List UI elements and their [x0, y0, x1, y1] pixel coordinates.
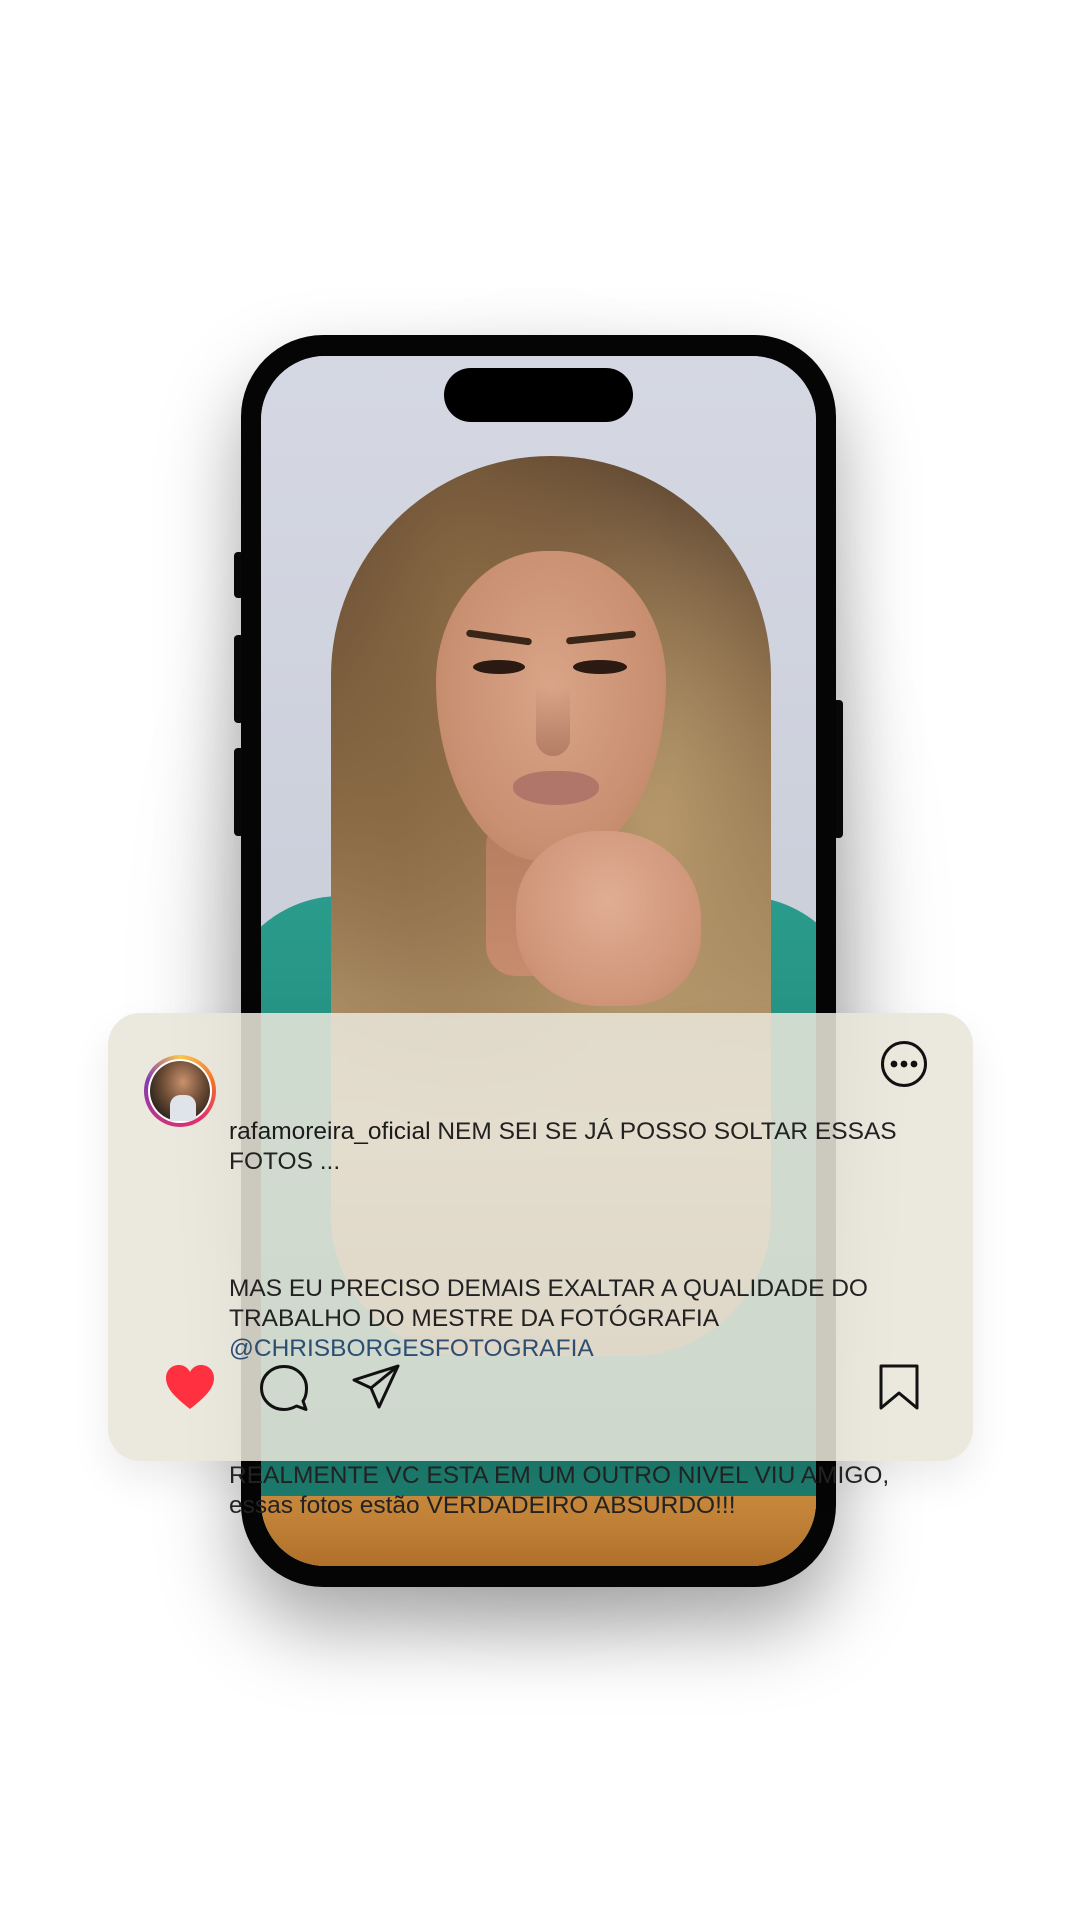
- avatar[interactable]: [148, 1059, 212, 1123]
- post-caption: rafamoreira_oficial NEM SEI SE JÁ POSSO …: [229, 1057, 909, 1581]
- caption-paragraph-3: REALMENTE VC ESTA EM UM OUTRO NIVEL VIU …: [229, 1461, 909, 1521]
- photo-eye-left: [473, 660, 525, 674]
- caption-paragraph-2: MAS EU PRECISO DEMAIS EXALTAR A QUALIDAD…: [229, 1274, 909, 1364]
- photo-hands: [516, 831, 701, 1006]
- comment-icon[interactable]: [260, 1364, 308, 1412]
- send-icon[interactable]: [352, 1363, 400, 1411]
- caption-paragraph-1: rafamoreira_oficial NEM SEI SE JÁ POSSO …: [229, 1117, 909, 1177]
- photo-eye-right: [573, 660, 627, 674]
- caption-text-3: REALMENTE VC ESTA EM UM OUTRO NIVEL VIU …: [229, 1462, 897, 1519]
- heart-icon[interactable]: [164, 1364, 216, 1412]
- more-options-icon[interactable]: [880, 1040, 928, 1088]
- photo-nose: [536, 686, 570, 756]
- story-ring[interactable]: [144, 1055, 216, 1127]
- caption-text-2: MAS EU PRECISO DEMAIS EXALTAR A QUALIDAD…: [229, 1275, 875, 1332]
- mention-link[interactable]: @CHRISBORGESFOTOGRAFIA: [229, 1335, 594, 1362]
- post-card: rafamoreira_oficial NEM SEI SE JÁ POSSO …: [108, 1013, 973, 1519]
- avatar-photo: [150, 1061, 210, 1121]
- dynamic-island: [444, 368, 633, 422]
- photo-lips: [513, 771, 599, 805]
- username-link[interactable]: rafamoreira_oficial: [229, 1118, 431, 1145]
- bookmark-icon[interactable]: [877, 1363, 921, 1411]
